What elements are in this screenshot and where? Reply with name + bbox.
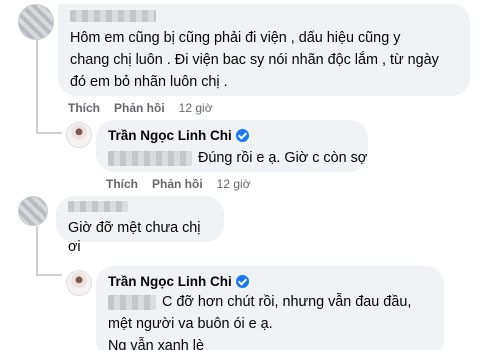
comment-text-line: Ng vẫn xanh lè xyxy=(108,338,204,350)
thread-line xyxy=(36,34,38,134)
thread-line-branch xyxy=(36,274,62,276)
comment-text-line: C đỡ hơn chút rồi, nhưng vẫn đau đầu, xyxy=(162,294,412,310)
comment-actions: Thích Phản hồi 12 giờ xyxy=(106,176,251,192)
comment-author[interactable]: Trần Ngọc Linh Chi xyxy=(108,273,432,290)
blurred-author-name xyxy=(68,201,128,213)
author-name[interactable]: Trần Ngọc Linh Chi xyxy=(108,273,232,290)
thread-line-branch xyxy=(36,132,62,134)
comment-bubble: Giờ đỡ mệt chưa chị ơi xyxy=(56,196,224,255)
comment-text-line: chang chị luôn . Đi viện bac sy nói nhãn… xyxy=(70,52,439,68)
author-name[interactable]: Trần Ngọc Linh Chi xyxy=(108,127,232,144)
blurred-mention xyxy=(108,294,156,310)
like-button[interactable]: Thích xyxy=(68,100,100,116)
reply-text-row: C đỡ hơn chút rồi, nhưng vẫn đau đầu, xyxy=(108,293,432,312)
avatar[interactable] xyxy=(18,4,54,40)
comment-actions: Thích Phản hồi 12 giờ xyxy=(68,100,213,116)
reply-button[interactable]: Phản hồi xyxy=(114,100,165,116)
comment-text: Giờ đỡ mệt chưa chị ơi xyxy=(68,220,201,255)
reply-bubble: Trần Ngọc Linh Chi C đỡ hơn chút rồi, nh… xyxy=(96,266,444,350)
comment-text: Đúng rồi e ạ. Giờ c còn sợ xyxy=(198,150,368,166)
avatar[interactable] xyxy=(18,196,48,226)
comment-bubble: Hôm em cũng bị cũng phải đi viện , dấu h… xyxy=(58,4,470,96)
verified-badge-icon xyxy=(235,275,249,288)
reply-bubble: Trần Ngọc Linh Chi Đúng rồi e ạ. Giờ c c… xyxy=(96,120,368,172)
thread-line xyxy=(36,226,38,276)
reply-button[interactable]: Phản hồi xyxy=(152,176,203,192)
verified-badge-icon xyxy=(235,129,249,142)
comment-timestamp[interactable]: 12 giờ xyxy=(217,176,251,192)
comment-text-line: mệt người va buôn ói e ạ. xyxy=(108,316,273,332)
comment-text-line: đó em bỏ nhãn luôn chị . xyxy=(70,74,228,90)
avatar[interactable] xyxy=(66,122,92,148)
reply-text-row: Đúng rồi e ạ. Giờ c còn sợ xyxy=(108,149,367,168)
like-button[interactable]: Thích xyxy=(106,176,138,192)
comment-text-line: Hôm em cũng bị cũng phải đi viện , dấu h… xyxy=(70,30,401,46)
avatar[interactable] xyxy=(66,270,92,296)
blurred-author-name xyxy=(70,10,156,23)
comment-timestamp[interactable]: 12 giờ xyxy=(179,100,213,116)
blurred-mention xyxy=(108,150,192,166)
comment-author[interactable]: Trần Ngọc Linh Chi xyxy=(108,127,356,144)
